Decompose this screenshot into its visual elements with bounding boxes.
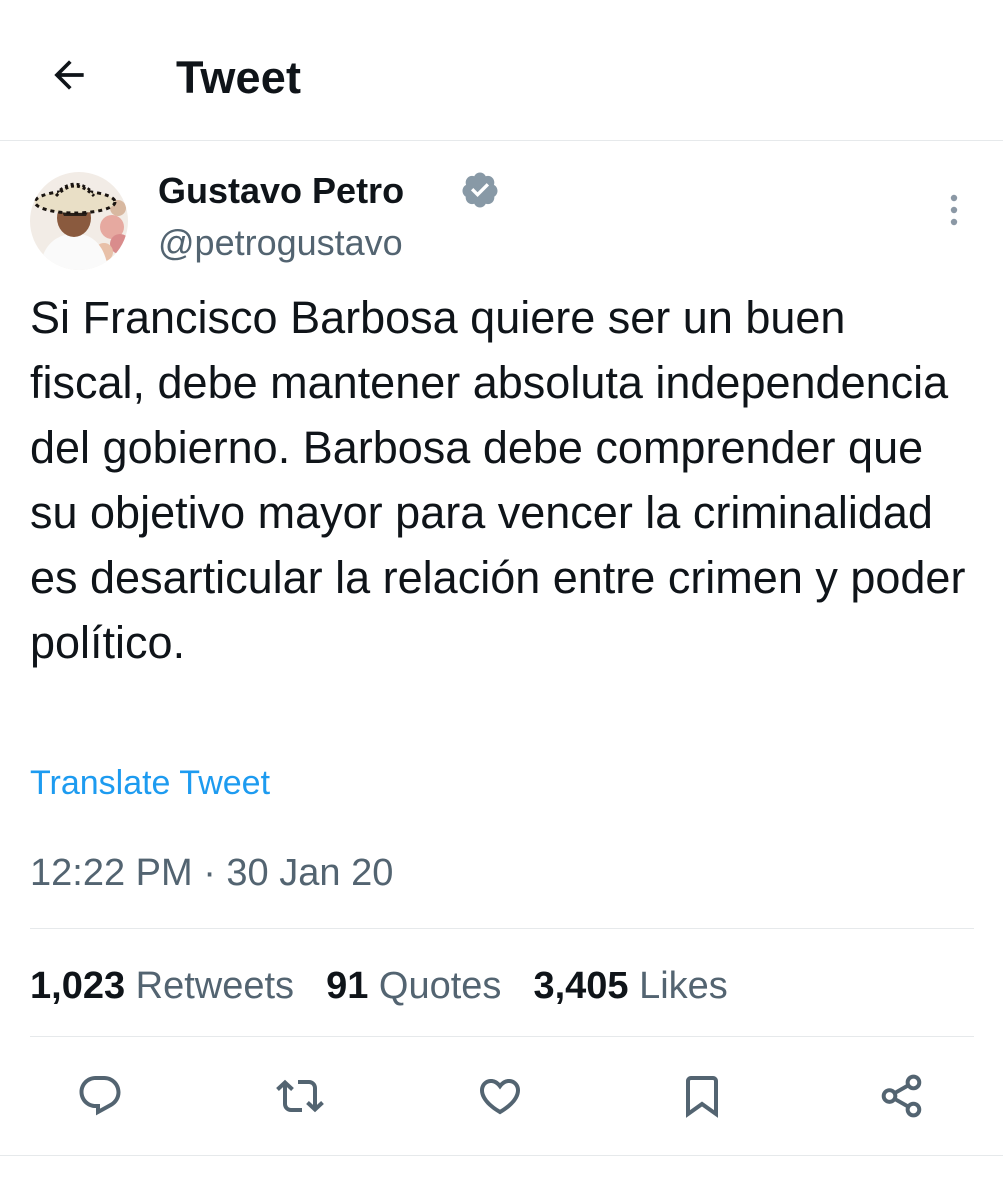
likes-count: 3,405 [533, 965, 629, 1007]
likes-stat[interactable]: 3,405 Likes [533, 965, 727, 1008]
avatar-photo [30, 172, 128, 270]
quotes-label: Quotes [378, 965, 502, 1007]
retweets-stat[interactable]: 1,023 Retweets [30, 965, 294, 1008]
back-button[interactable] [44, 50, 94, 100]
arrow-left-icon [54, 60, 84, 90]
reply-button[interactable] [70, 1066, 130, 1126]
reply-icon [79, 1076, 121, 1116]
retweets-label: Retweets [135, 965, 295, 1007]
quotes-count: 91 [326, 965, 369, 1007]
bookmark-icon [686, 1076, 718, 1118]
verified-badge-icon [462, 172, 498, 208]
tweet-text: Si Francisco Barbosa quiere ser un buen … [30, 292, 966, 668]
retweets-count: 1,023 [30, 965, 126, 1007]
action-bar [0, 1066, 1003, 1126]
tweet-timestamp[interactable]: 12:22 PM · 30 Jan 20 [30, 852, 393, 895]
share-button[interactable] [872, 1066, 932, 1126]
avatar[interactable] [30, 172, 128, 270]
top-bar: Tweet [0, 0, 1003, 141]
engagement-stats: 1,023 Retweets 91 Quotes 3,405 Likes [30, 965, 760, 1008]
like-button[interactable] [470, 1066, 530, 1126]
divider [30, 1036, 974, 1037]
more-vertical-icon [950, 194, 958, 226]
quotes-stat[interactable]: 91 Quotes [326, 965, 501, 1008]
like-icon [479, 1079, 521, 1115]
divider [30, 928, 974, 929]
page-title: Tweet [176, 52, 302, 103]
bookmark-button[interactable] [672, 1066, 732, 1126]
translate-tweet-link[interactable]: Translate Tweet [30, 764, 270, 803]
divider [0, 1155, 1003, 1156]
author-handle[interactable]: @petrogustavo [158, 222, 403, 264]
likes-label: Likes [639, 965, 728, 1007]
author-name[interactable]: Gustavo Petro [158, 170, 404, 212]
retweet-button[interactable] [270, 1066, 330, 1126]
retweet-icon [276, 1079, 324, 1113]
share-icon [881, 1074, 922, 1118]
more-options-button[interactable] [934, 190, 974, 230]
